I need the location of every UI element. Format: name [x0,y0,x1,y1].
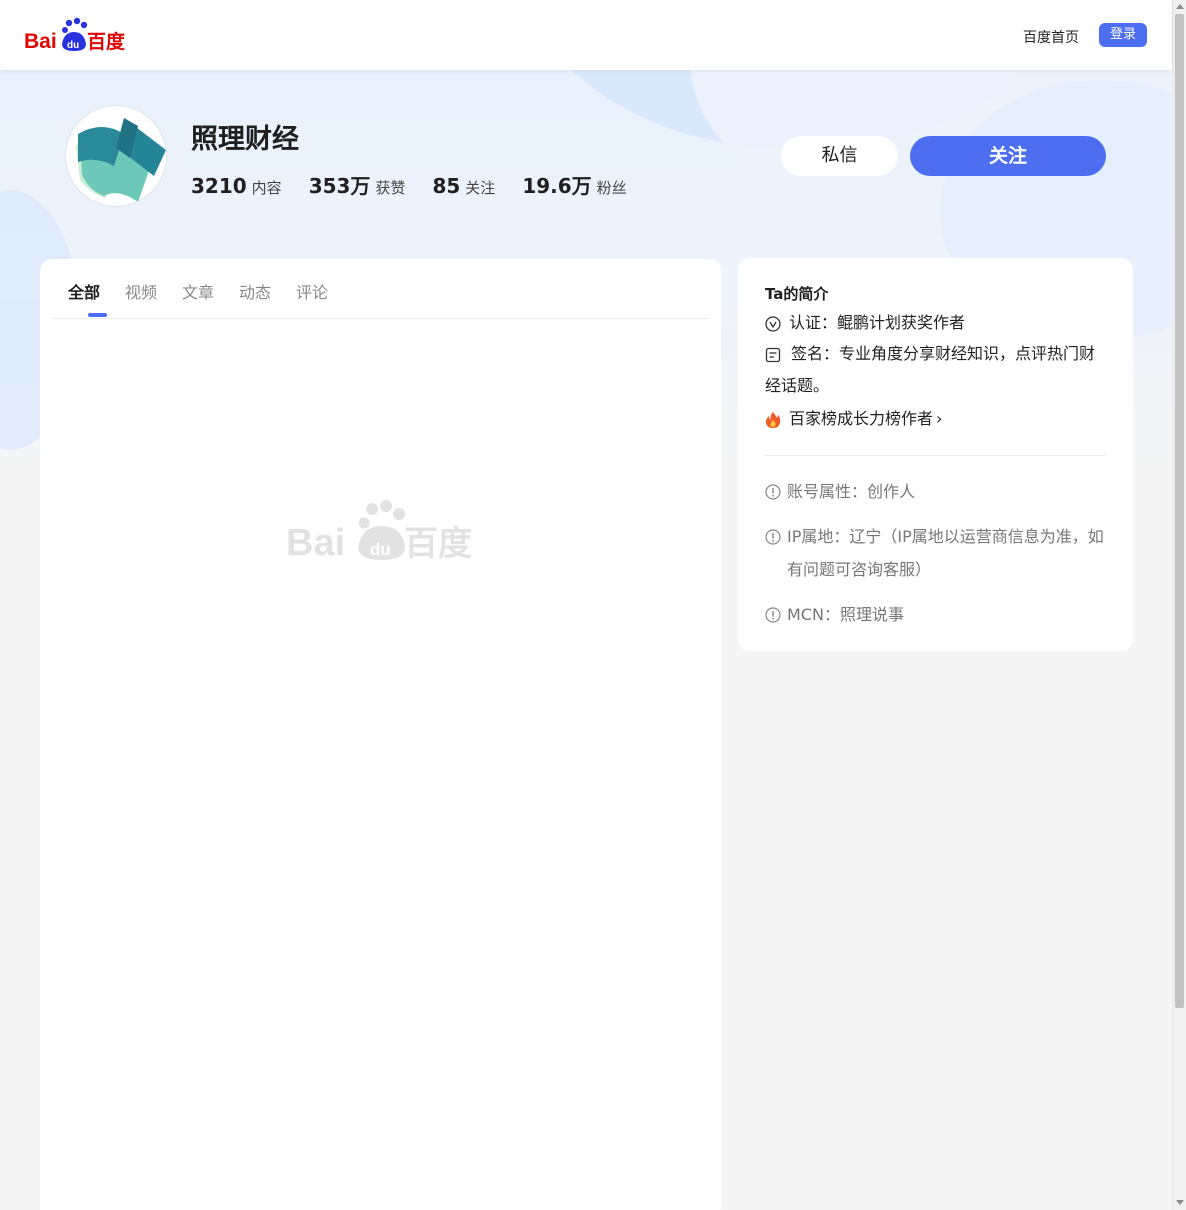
svg-text:du: du [370,540,391,559]
svg-text:Bai: Bai [24,30,57,53]
info-circle-icon [765,529,781,545]
private-message-button[interactable]: 私信 [781,136,898,176]
stat-value: 19.6万 [522,174,592,198]
active-tab-indicator [88,313,107,317]
mcn-row: MCN：照理说事 [765,598,1105,631]
scrollbar-thumb[interactable] [1175,14,1184,1008]
stat-label: 内容 [251,179,282,197]
certification-row: 认证：鲲鹏计划获奖作者 [765,307,965,339]
author-name: 照理财经 [191,124,299,155]
page-scrollbar[interactable] [1172,0,1186,1210]
ip-location-row: IP属地：辽宁（IP属地以运营商信息为准，如有问题可咨询客服） [765,520,1105,586]
svg-text:百度: 百度 [404,524,472,563]
stat-likes-count: 353万 获赞 [309,170,406,199]
ranking-text: 百家榜成长力榜作者 [789,409,934,428]
stat-label: 粉丝 [596,179,627,197]
tab-comment[interactable]: 评论 [296,279,328,303]
account-type-row: 账号属性：创作人 [765,475,1105,508]
mcn-text: MCN：照理说事 [787,605,904,624]
tab-dynamic[interactable]: 动态 [239,279,271,303]
fire-icon [765,411,781,428]
content-tabs: 全部 视频 文章 动态 评论 [52,259,709,319]
chevron-right-icon: › [936,409,943,428]
baidu-home-link[interactable]: 百度首页 [1023,27,1079,47]
info-circle-icon [765,607,781,623]
intro-title: Ta的简介 [765,285,829,303]
login-button[interactable]: 登录 [1099,23,1147,47]
author-stats: 3210 内容 353万 获赞 85 关注 19.6万 粉丝 [191,170,654,199]
scroll-up-arrow-icon[interactable] [1176,4,1184,9]
tab-video[interactable]: 视频 [125,279,157,303]
author-avatar[interactable] [65,105,167,207]
stat-following-count[interactable]: 85 关注 [432,174,495,198]
stat-value: 3210 [191,174,247,198]
ip-location-text: IP属地：辽宁（IP属地以运营商信息为准，如有问题可咨询客服） [787,527,1104,579]
stat-content-count: 3210 内容 [191,174,282,198]
svg-text:du: du [67,40,79,51]
stat-value: 85 [432,174,461,198]
svg-text:Bai: Bai [286,522,345,563]
stat-label: 关注 [465,179,496,197]
account-type-text: 账号属性：创作人 [787,482,916,501]
baidu-logo[interactable]: Bai du 百度 [24,17,128,53]
tab-all[interactable]: 全部 [68,279,100,303]
verified-v-icon [765,315,781,332]
content-feed-card: 全部 视频 文章 动态 评论 Bai du 百度 [40,259,721,1210]
info-circle-icon [765,484,781,500]
stat-fans-count[interactable]: 19.6万 粉丝 [522,170,626,199]
intro-divider [765,455,1106,456]
tab-article[interactable]: 文章 [182,279,214,303]
loading-placeholder-logo: Bai du 百度 [286,500,472,563]
svg-text:百度: 百度 [87,30,126,53]
certification-text: 认证：鲲鹏计划获奖作者 [789,313,966,332]
stat-label: 获赞 [375,179,406,197]
top-header: Bai du 百度 百度首页 登录 [0,0,1172,70]
ranking-link[interactable]: 百家榜成长力榜作者 › [765,403,942,435]
signature-text: 签名：专业角度分享财经知识，点评热门财经话题。 [765,344,1096,395]
author-intro-card: Ta的简介 认证：鲲鹏计划获奖作者 签名：专业角度分享财经知识，点评热门财经话题… [738,258,1133,651]
follow-button[interactable]: 关注 [910,136,1106,176]
scroll-down-arrow-icon[interactable] [1176,1200,1184,1205]
stat-value: 353万 [308,174,371,198]
